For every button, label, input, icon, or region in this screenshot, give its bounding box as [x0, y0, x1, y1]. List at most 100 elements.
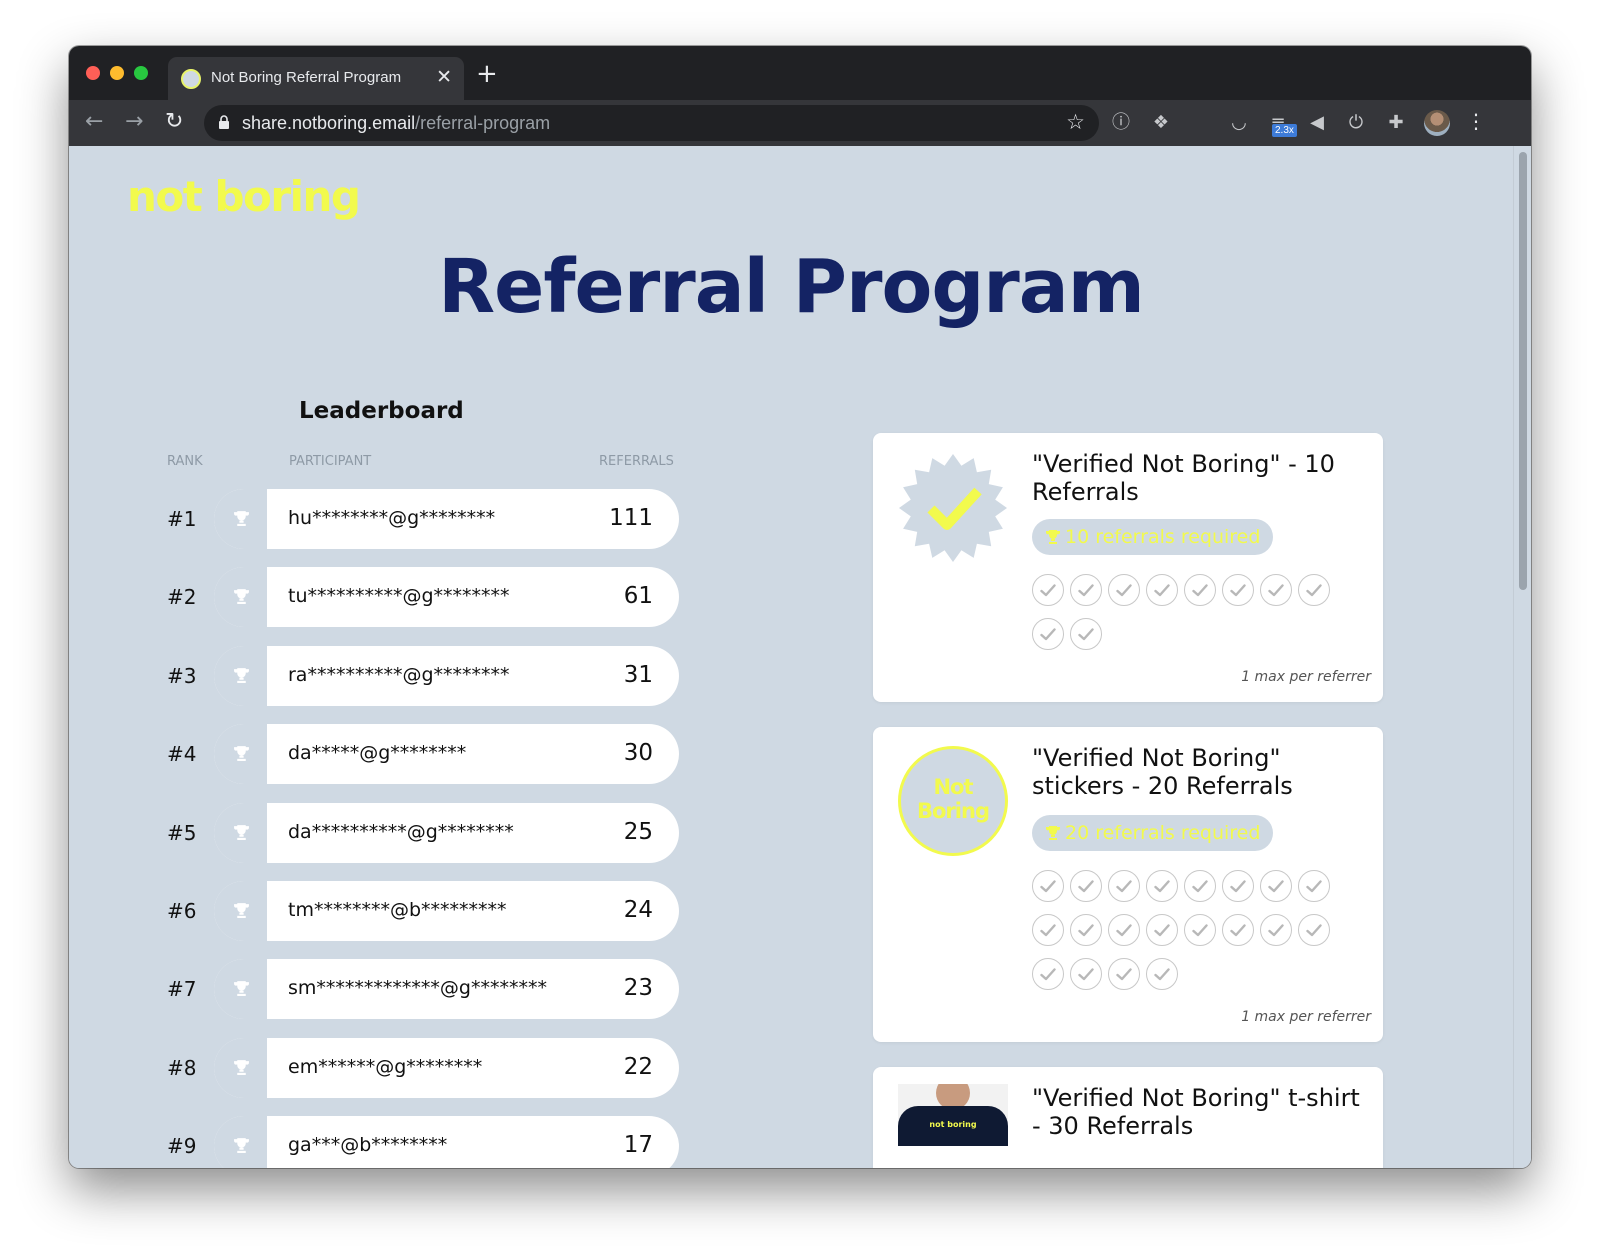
profile-avatar[interactable] — [1424, 110, 1450, 136]
check-circle-icon — [1108, 914, 1140, 946]
logo[interactable]: not boring — [127, 172, 361, 221]
trophy-cell — [214, 1037, 267, 1098]
scrollbar[interactable] — [1513, 146, 1531, 1168]
leaderboard-title: Leaderboard — [299, 398, 464, 424]
participant-email: tm********@b********* — [288, 899, 507, 921]
requirement-badge: 20 referrals required — [1032, 815, 1274, 851]
progress-checks — [1032, 574, 1336, 650]
referral-count: 25 — [623, 818, 653, 845]
lock-icon — [219, 115, 229, 129]
participant-email: ga***@b******** — [288, 1134, 448, 1157]
participant-email: da**********@g******** — [288, 820, 514, 843]
participant-pill: da*****@g******** 30 — [214, 724, 679, 785]
tab-title: Not Boring Referral Program — [211, 69, 402, 86]
trophy-icon — [233, 824, 250, 842]
check-circle-icon — [1184, 574, 1216, 606]
shirt-text: not boring — [929, 1120, 977, 1129]
trophy-cell — [214, 802, 267, 863]
check-circle-icon — [1222, 870, 1254, 902]
new-tab-button[interactable]: + — [476, 61, 498, 87]
column-header-referrals: REFERRALS — [599, 454, 674, 469]
participant-pill: ra**********@g******** 31 — [214, 645, 679, 706]
favicon-icon — [181, 69, 201, 89]
info-icon[interactable]: ⓘ — [1109, 111, 1133, 135]
rank-label: #5 — [167, 820, 197, 845]
rank-label: #4 — [167, 742, 197, 767]
participant-email: em******@g******** — [288, 1055, 483, 1078]
check-circle-icon — [1108, 958, 1140, 990]
check-circle-icon — [1108, 870, 1140, 902]
back-icon[interactable]: ← — [85, 109, 103, 135]
trophy-cell — [214, 724, 267, 785]
participant-pill: em******@g******** 22 — [214, 1037, 679, 1098]
referral-count: 61 — [623, 583, 653, 610]
participant-pill: tu**********@g******** 61 — [214, 567, 679, 628]
check-circle-icon — [1070, 958, 1102, 990]
check-circle-icon — [1260, 870, 1292, 902]
tshirt-image: not boring — [898, 1084, 1008, 1146]
check-circle-icon — [1032, 958, 1064, 990]
rank-label: #2 — [167, 585, 197, 610]
tab-bar: Not Boring Referral Program ✕ + — [69, 46, 1531, 100]
progress-checks — [1032, 870, 1336, 990]
menu-icon[interactable]: ⋮ — [1466, 109, 1486, 133]
browser-toolbar: ← → ↻ share.notboring.email/referral-pro… — [69, 100, 1531, 146]
referral-count: 24 — [623, 897, 653, 923]
trophy-cell — [214, 959, 267, 1020]
check-circle-icon — [1260, 574, 1292, 606]
reward-card-10: "Verified Not Boring" - 10 Referrals 10 … — [873, 433, 1383, 702]
reload-icon[interactable]: ↻ — [165, 109, 183, 135]
pocket-icon[interactable]: ◡ — [1227, 111, 1251, 135]
maximize-window-button[interactable] — [134, 66, 148, 80]
max-note: 1 max per referrer — [1241, 669, 1371, 685]
leaderboard-row: #9 ga***@b******** 17 — [167, 1116, 779, 1168]
rank-label: #3 — [167, 663, 197, 688]
leaderboard-row: #2 tu**********@g******** 61 — [167, 567, 779, 628]
sticker-text: Not Boring — [917, 775, 990, 823]
trophy-cell — [214, 489, 267, 549]
power-icon[interactable]: ⏻ — [1344, 111, 1368, 135]
puzzle-icon[interactable]: ✚ — [1384, 111, 1408, 135]
check-circle-icon — [1146, 574, 1178, 606]
check-circle-icon — [1070, 914, 1102, 946]
trophy-icon — [233, 588, 250, 606]
tab-active[interactable]: Not Boring Referral Program ✕ — [168, 57, 464, 100]
check-circle-icon — [1298, 870, 1330, 902]
check-circle-icon — [1222, 914, 1254, 946]
trophy-cell — [214, 645, 267, 706]
participant-pill: tm********@b********* 24 — [214, 881, 679, 941]
minimize-window-button[interactable] — [110, 66, 124, 80]
trophy-icon — [233, 745, 250, 763]
extension-icon[interactable]: ◀ — [1305, 111, 1329, 135]
forward-icon[interactable]: → — [125, 109, 143, 135]
participant-pill: da**********@g******** 25 — [214, 802, 679, 863]
leaderboard-row: #1 hu********@g******** 111 — [167, 489, 779, 549]
scrollbar-thumb[interactable] — [1519, 152, 1527, 590]
url-text: share.notboring.email/referral-program — [242, 113, 550, 134]
trophy-icon — [233, 667, 250, 685]
tab-close-icon[interactable]: ✕ — [436, 66, 452, 88]
check-circle-icon — [1146, 914, 1178, 946]
participant-email: tu**********@g******** — [288, 585, 510, 608]
sticker-image: Not Boring — [898, 746, 1008, 856]
trophy-icon — [233, 980, 250, 998]
zoom-badge: 2.3x — [1272, 124, 1297, 137]
url-host: share.notboring.email — [242, 113, 416, 133]
check-circle-icon — [1298, 914, 1330, 946]
trophy-cell — [214, 1116, 267, 1168]
reward-card-30: not boring "Verified Not Boring" t-shirt… — [873, 1067, 1383, 1168]
dropbox-icon[interactable]: ❖ — [1149, 111, 1173, 135]
requirement-text: 10 referrals required — [1065, 526, 1261, 548]
rank-label: #9 — [167, 1134, 197, 1159]
bookmark-star-icon[interactable]: ☆ — [1066, 110, 1085, 134]
trophy-cell — [214, 881, 267, 941]
check-circle-icon — [1032, 914, 1064, 946]
participant-pill: sm*************@g******** 23 — [214, 959, 679, 1020]
check-circle-icon — [1260, 914, 1292, 946]
check-circle-icon — [1222, 574, 1254, 606]
close-window-button[interactable] — [86, 66, 100, 80]
reward-title: "Verified Not Boring" - 10 Referrals — [1032, 450, 1335, 506]
url-path: /referral-program — [415, 113, 551, 133]
address-bar[interactable]: share.notboring.email/referral-program ☆ — [204, 105, 1099, 141]
rank-label: #6 — [167, 899, 197, 923]
